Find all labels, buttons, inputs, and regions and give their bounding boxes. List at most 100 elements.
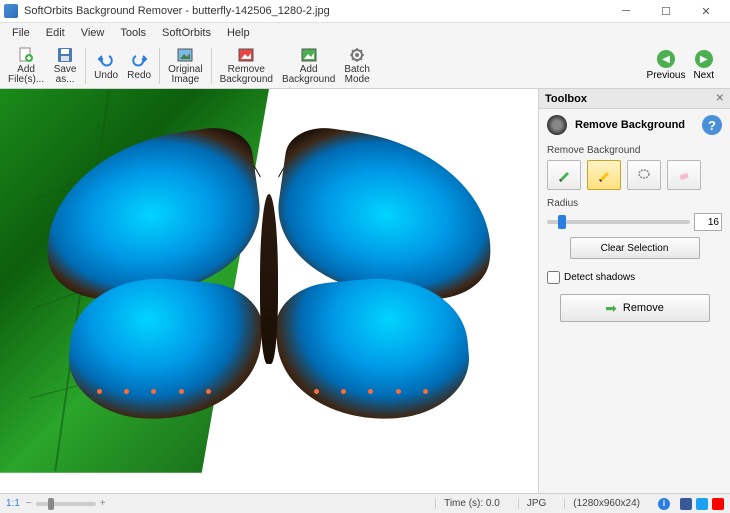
status-time: Time (s): 0.0 — [435, 498, 508, 509]
section-label: Remove Background — [547, 145, 722, 156]
menu-file[interactable]: File — [4, 25, 38, 41]
undo-button[interactable]: Undo — [90, 45, 122, 87]
radius-slider-row — [547, 213, 722, 231]
remove-label: Remove — [623, 302, 664, 314]
canvas-area[interactable] — [0, 89, 538, 493]
toolbar: Add File(s)... Save as... Undo Redo Orig… — [0, 43, 730, 89]
add-files-label: Add File(s)... — [8, 65, 44, 85]
next-icon: ▶ — [695, 50, 713, 68]
radius-row: Radius — [547, 198, 722, 231]
save-icon — [56, 46, 74, 64]
add-files-button[interactable]: Add File(s)... — [4, 45, 48, 87]
detect-shadows-checkbox[interactable] — [547, 271, 560, 284]
nav-group: ◀ Previous ▶ Next — [647, 50, 714, 81]
batch-mode-label: Batch Mode — [344, 65, 370, 85]
remove-bg-panel-icon — [547, 115, 567, 135]
statusbar: 1:1 − + Time (s): 0.0 JPG (1280x960x24) … — [0, 493, 730, 513]
toolbox-header: Toolbox ✕ — [539, 89, 730, 109]
remove-bg-icon — [237, 46, 255, 64]
yellow-marker-button[interactable] — [587, 160, 621, 190]
save-as-button[interactable]: Save as... — [49, 45, 81, 87]
radius-slider[interactable] — [547, 220, 690, 224]
radius-input[interactable] — [694, 213, 722, 231]
app-icon — [4, 4, 18, 18]
lasso-tool-button[interactable] — [627, 160, 661, 190]
remove-background-button[interactable]: Remove Background — [216, 45, 277, 87]
zoom-out-icon[interactable]: − — [26, 498, 32, 509]
window-controls: ─ ☐ ✕ — [606, 0, 726, 22]
detect-shadows-row: Detect shadows — [539, 269, 730, 286]
green-marker-button[interactable] — [547, 160, 581, 190]
twitter-icon[interactable] — [696, 498, 708, 510]
status-dimensions: (1280x960x24) — [564, 498, 648, 509]
titlebar: SoftOrbits Background Remover - butterfl… — [0, 0, 730, 23]
radius-label: Radius — [547, 198, 722, 209]
window-title: SoftOrbits Background Remover - butterfl… — [24, 5, 606, 17]
content-area: Toolbox ✕ Remove Background ? Remove Bac… — [0, 89, 730, 493]
marker-section: Remove Background Radius — [539, 141, 730, 269]
redo-button[interactable]: Redo — [123, 45, 155, 87]
panel-title: Remove Background ? — [539, 109, 730, 141]
batch-mode-button[interactable]: Batch Mode — [340, 45, 374, 87]
panel-title-label: Remove Background — [575, 119, 685, 131]
social-icons — [680, 498, 724, 510]
toolbar-separator — [211, 48, 212, 84]
original-image-label: Original Image — [168, 65, 202, 85]
menu-tools[interactable]: Tools — [112, 25, 154, 41]
arrow-right-icon: ➡ — [605, 300, 617, 317]
add-background-button[interactable]: Add Background — [278, 45, 339, 87]
eraser-button[interactable] — [667, 160, 701, 190]
next-button[interactable]: ▶ Next — [693, 50, 714, 81]
toolbar-separator — [85, 48, 86, 84]
save-as-label: Save as... — [54, 65, 77, 85]
undo-label: Undo — [94, 70, 118, 81]
zoom-in-icon[interactable]: + — [100, 498, 106, 509]
facebook-icon[interactable] — [680, 498, 692, 510]
status-format: JPG — [518, 498, 554, 509]
info-icon[interactable]: i — [658, 498, 670, 510]
toolbox-sidebar: Toolbox ✕ Remove Background ? Remove Bac… — [538, 89, 730, 493]
previous-button[interactable]: ◀ Previous — [647, 50, 686, 81]
zoom-slider-thumb[interactable] — [48, 498, 54, 510]
minimize-button[interactable]: ─ — [606, 0, 646, 22]
green-marker-icon — [557, 168, 571, 182]
previous-icon: ◀ — [657, 50, 675, 68]
status-right: Time (s): 0.0 JPG (1280x960x24) i — [435, 498, 724, 510]
help-icon[interactable]: ? — [702, 115, 722, 135]
undo-icon — [97, 51, 115, 69]
close-button[interactable]: ✕ — [686, 0, 726, 22]
menubar: File Edit View Tools SoftOrbits Help — [0, 23, 730, 43]
menu-edit[interactable]: Edit — [38, 25, 73, 41]
redo-label: Redo — [127, 70, 151, 81]
previous-label: Previous — [647, 70, 686, 81]
detect-shadows-label: Detect shadows — [564, 272, 635, 283]
toolbox-close-icon[interactable]: ✕ — [716, 93, 724, 104]
next-label: Next — [693, 70, 714, 81]
lasso-icon — [637, 168, 651, 182]
toolbox-header-label: Toolbox — [545, 93, 587, 105]
clear-selection-button[interactable]: Clear Selection — [570, 237, 700, 259]
add-file-icon — [17, 46, 35, 64]
original-image-button[interactable]: Original Image — [164, 45, 206, 87]
image-icon — [176, 46, 194, 64]
image-preview — [0, 89, 538, 493]
maximize-button[interactable]: ☐ — [646, 0, 686, 22]
marker-tools — [547, 160, 722, 190]
menu-help[interactable]: Help — [219, 25, 258, 41]
remove-bg-label: Remove Background — [220, 65, 273, 85]
toolbar-separator — [159, 48, 160, 84]
butterfly-subject — [43, 137, 495, 420]
remove-button[interactable]: ➡ Remove — [560, 294, 710, 322]
menu-view[interactable]: View — [73, 25, 113, 41]
add-bg-label: Add Background — [282, 65, 335, 85]
gear-icon — [348, 46, 366, 64]
zoom-slider[interactable] — [36, 502, 96, 506]
redo-icon — [130, 51, 148, 69]
yellow-marker-icon — [597, 168, 611, 182]
radius-slider-thumb[interactable] — [558, 215, 566, 229]
zoom-ratio[interactable]: 1:1 — [6, 498, 20, 509]
youtube-icon[interactable] — [712, 498, 724, 510]
menu-softorbits[interactable]: SoftOrbits — [154, 25, 219, 41]
add-bg-icon — [300, 46, 318, 64]
eraser-icon — [677, 168, 691, 182]
